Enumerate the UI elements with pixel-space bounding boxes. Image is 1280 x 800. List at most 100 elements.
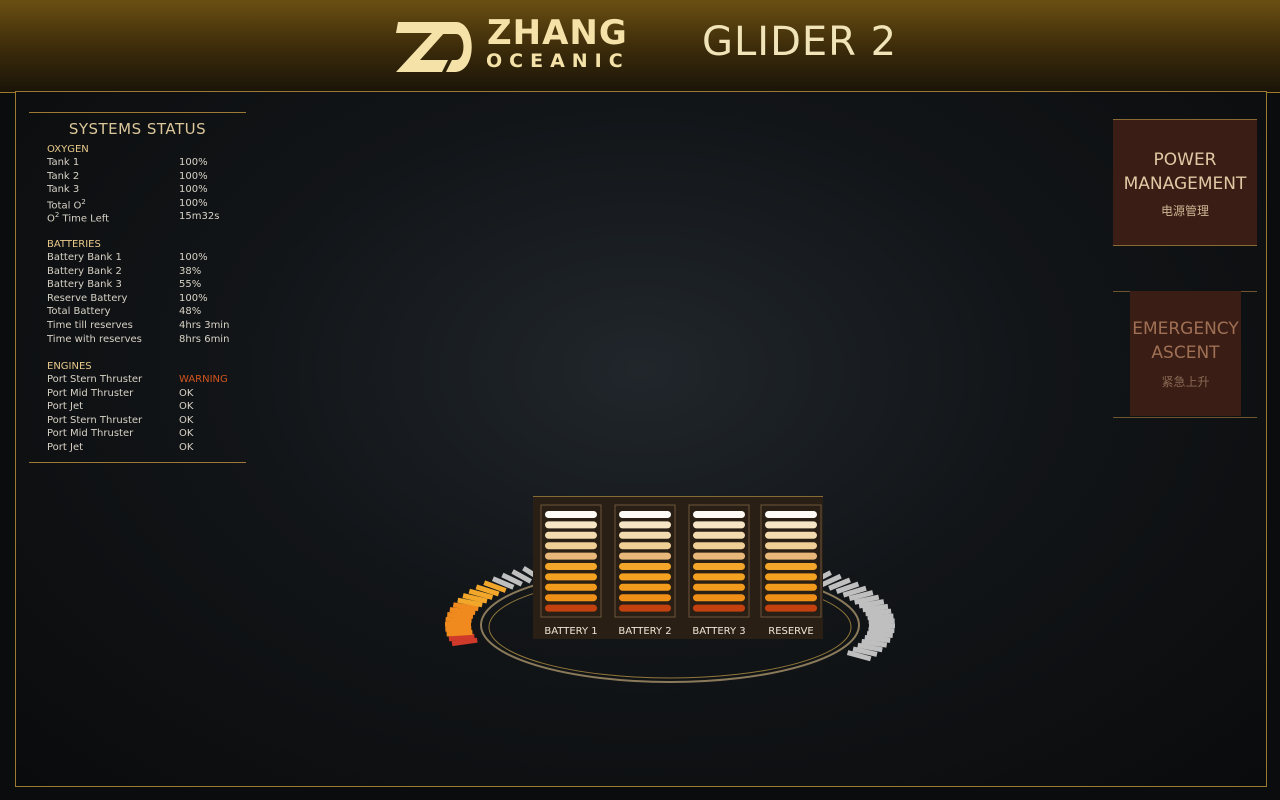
status-row: Total O2 100% bbox=[47, 198, 247, 211]
battery-column: RESERVE bbox=[760, 504, 822, 637]
battery-cell bbox=[619, 604, 671, 612]
emergency-ascent-cn-label: 紧急上升 bbox=[1161, 375, 1210, 389]
battery-cell bbox=[693, 594, 745, 602]
battery-cell bbox=[765, 531, 817, 539]
status-row: O2 Time Left 15m32s bbox=[47, 211, 247, 224]
gauge-segment bbox=[868, 618, 895, 625]
power-management-button[interactable]: POWER MANAGEMENT 电源管理 bbox=[1113, 119, 1257, 246]
battery-cell bbox=[545, 573, 597, 581]
battery-column: BATTERY 1 bbox=[540, 504, 602, 637]
status-row-label: O2 Time Left bbox=[47, 211, 109, 225]
status-row-value: OK bbox=[179, 414, 194, 426]
section-heading: OXYGEN bbox=[47, 144, 89, 155]
status-row-value: 55% bbox=[179, 279, 202, 291]
power-management-label: POWER MANAGEMENT bbox=[1123, 150, 1247, 194]
battery-cell bbox=[619, 573, 671, 581]
gauge-segment bbox=[445, 625, 472, 632]
battery-cell bbox=[619, 542, 671, 550]
battery-label: BATTERY 1 bbox=[544, 626, 597, 637]
status-row: Battery Bank 2 38% bbox=[47, 266, 247, 279]
battery-cell bbox=[619, 552, 671, 560]
battery-label: RESERVE bbox=[768, 626, 814, 637]
battery-cell bbox=[693, 542, 745, 550]
status-row-label: Total O2 bbox=[47, 197, 86, 212]
status-row-label: Battery Bank 3 bbox=[47, 279, 122, 291]
status-row-value: 4hrs 3min bbox=[179, 320, 230, 331]
battery-cell bbox=[693, 521, 745, 529]
battery-cell bbox=[545, 542, 597, 550]
status-row-value: 8hrs 6min bbox=[179, 333, 230, 345]
gauge-segment bbox=[868, 627, 895, 634]
battery-cell bbox=[765, 573, 817, 581]
status-row-label: Battery Bank 2 bbox=[47, 265, 122, 277]
section-heading: ENGINES bbox=[47, 361, 92, 372]
emergency-ascent-button[interactable]: EMERGENCY ASCENT 紧急上升 bbox=[1130, 291, 1241, 416]
battery-cell bbox=[693, 583, 745, 591]
status-row: Port Jet OK bbox=[47, 442, 247, 455]
status-title: SYSTEMS STATUS bbox=[68, 120, 207, 138]
status-row-label: Time till reserves bbox=[47, 320, 133, 331]
status-row-label: Port Jet bbox=[47, 401, 84, 413]
product-title: GLIDER 2 bbox=[702, 19, 898, 65]
status-row-value: 38% bbox=[179, 265, 202, 277]
battery-cell bbox=[545, 563, 597, 570]
battery-cell bbox=[693, 511, 745, 518]
gauge-segment bbox=[862, 603, 889, 613]
battery-cell bbox=[693, 531, 745, 539]
power-management-cn-label: 电源管理 bbox=[1160, 204, 1209, 218]
status-row-value: 15m32s bbox=[179, 211, 220, 223]
battery-cell bbox=[619, 521, 671, 529]
brand-subtitle: OCEANIC bbox=[486, 50, 630, 72]
battery-cell bbox=[765, 563, 817, 570]
battery-cell bbox=[765, 511, 817, 518]
gauge-segment bbox=[865, 608, 892, 617]
status-row: Port Jet OK bbox=[47, 401, 247, 414]
gauge-segment bbox=[445, 616, 472, 623]
gauge-segment bbox=[451, 637, 478, 647]
status-row-label: Tank 2 bbox=[47, 170, 80, 182]
status-row-value: OK bbox=[179, 428, 194, 440]
battery-cell bbox=[545, 604, 597, 612]
battery-cell bbox=[619, 583, 671, 591]
status-row-value: 100% bbox=[179, 292, 208, 304]
emergency-ascent-label: EMERGENCY ASCENT bbox=[1132, 319, 1239, 363]
gauge-segment bbox=[447, 611, 474, 619]
brand-name: ZHANG bbox=[487, 13, 628, 53]
status-row-label: Reserve Battery bbox=[47, 292, 128, 304]
status-warning-value: WARNING bbox=[179, 374, 228, 385]
gauge-segment bbox=[446, 629, 473, 637]
battery-cell bbox=[545, 594, 597, 602]
section-heading: BATTERIES bbox=[47, 239, 101, 250]
battery-column: BATTERY 2 bbox=[614, 504, 676, 637]
status-row: Battery Bank 1 100% bbox=[47, 252, 247, 265]
header-bar: ZHANG OCEANIC GLIDER 2 bbox=[0, 0, 1280, 93]
battery-cell bbox=[545, 552, 597, 560]
status-row-label: Port Mid Thruster bbox=[47, 428, 134, 440]
gauge-segment bbox=[867, 613, 894, 621]
status-row-label: Port Mid Thruster bbox=[47, 387, 134, 399]
status-row-value: OK bbox=[179, 401, 194, 413]
battery-cell bbox=[765, 604, 817, 612]
battery-cell bbox=[693, 604, 745, 612]
status-row-label: Port Stern Thruster bbox=[47, 374, 143, 385]
status-row-value: 48% bbox=[179, 306, 202, 318]
gauge-segment bbox=[448, 633, 475, 642]
status-row: Port Mid Thruster OK bbox=[47, 428, 247, 441]
status-row-label: Port Stern Thruster bbox=[47, 414, 143, 426]
battery-cell bbox=[693, 552, 745, 560]
status-row: Port Stern Thruster OK bbox=[47, 415, 247, 428]
battery-cell bbox=[545, 511, 597, 518]
status-row-value: 100% bbox=[179, 184, 208, 196]
status-row: Time with reserves 8hrs 6min bbox=[47, 334, 247, 347]
status-row-value: OK bbox=[179, 387, 194, 399]
status-row-label: Tank 3 bbox=[47, 184, 80, 196]
battery-cell bbox=[619, 594, 671, 602]
battery-cell bbox=[545, 531, 597, 539]
battery-cell bbox=[545, 521, 597, 529]
status-row-value: 100% bbox=[179, 197, 208, 209]
status-row: Port Mid Thruster OK bbox=[47, 388, 247, 401]
status-row-label: Tank 1 bbox=[47, 157, 80, 168]
battery-cell bbox=[619, 511, 671, 518]
status-row: Total Battery 48% bbox=[47, 306, 247, 319]
status-row-label: Time with reserves bbox=[47, 333, 142, 345]
